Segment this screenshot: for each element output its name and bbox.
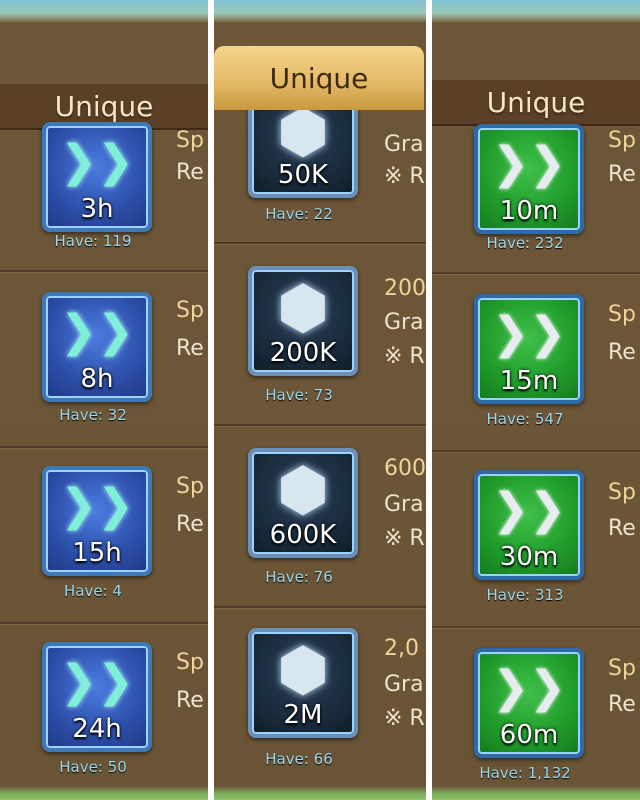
grass-strip	[214, 786, 426, 800]
row-divider	[214, 424, 426, 426]
item-amount-label: 24h	[72, 714, 122, 744]
speedup-arrows-icon: ❯❯	[60, 480, 134, 531]
row-divider	[0, 446, 208, 448]
have-count: Have: 4	[64, 582, 122, 600]
item-desc: Re	[176, 688, 204, 713]
item-title: 200	[384, 276, 426, 301]
grass-strip	[0, 786, 208, 800]
item-desc: Gra	[384, 310, 424, 335]
item-title: Sp	[176, 650, 204, 675]
speedup-30m-item[interactable]: ❯❯ 30m	[474, 470, 584, 580]
have-count: Have: 313	[486, 586, 564, 604]
item-desc: Re	[608, 162, 636, 187]
item-desc: Re	[608, 516, 636, 541]
item-note: ※ R	[384, 706, 425, 731]
have-count: Have: 232	[486, 234, 564, 252]
item-amount-label: 200K	[269, 338, 337, 368]
speedup-10m-item[interactable]: ❯❯ 10m	[474, 124, 584, 234]
item-amount-label: 2M	[283, 700, 323, 730]
grass-strip	[432, 786, 640, 800]
sky-strip	[432, 0, 640, 22]
gem-2m-item[interactable]: ⬢ 2M	[248, 628, 358, 738]
item-desc: Gra	[384, 492, 424, 517]
tab-label: Unique	[486, 85, 586, 119]
item-desc: Re	[176, 160, 204, 185]
row-divider	[0, 270, 208, 272]
crystal-gem-icon: ⬢	[276, 97, 330, 167]
item-desc: Gra	[384, 672, 424, 697]
tab-label: Unique	[269, 61, 369, 95]
speedup-60m-item[interactable]: ❯❯ 60m	[474, 648, 584, 758]
item-amount-label: 8h	[80, 364, 114, 394]
item-note: ※ R	[384, 344, 425, 369]
silver-arrows-icon: ❯❯	[492, 662, 566, 713]
have-count: Have: 66	[265, 750, 333, 768]
item-title: 2,0	[384, 636, 419, 661]
have-count: Have: 73	[265, 386, 333, 404]
item-title: Sp	[608, 656, 636, 681]
row-divider	[432, 626, 640, 628]
item-desc: Re	[176, 336, 204, 361]
gem-200k-item[interactable]: ⬢ 200K	[248, 266, 358, 376]
have-count: Have: 119	[54, 232, 132, 250]
have-count: Have: 547	[486, 410, 564, 428]
item-title: Sp	[608, 128, 636, 153]
speedup-8h-item[interactable]: ❯❯ 8h	[42, 292, 152, 402]
item-title: Sp	[608, 302, 636, 327]
left-panel: Unique ❯❯ 3h Have: 119 Sp Re ❯❯ 8h Have:…	[0, 0, 208, 800]
item-desc: Re	[176, 512, 204, 537]
have-count: Have: 22	[265, 205, 333, 223]
item-desc: Re	[608, 340, 636, 365]
item-amount-label: 10m	[499, 196, 559, 226]
item-desc: Gra	[384, 132, 424, 157]
speedup-arrows-icon: ❯❯	[60, 306, 134, 357]
tab-label: Unique	[54, 89, 154, 123]
item-amount-label: 3h	[80, 194, 114, 224]
middle-panel: ⬢ 50K Have: 22 Gra ※ R Unique ⬢ 200K Hav…	[214, 0, 426, 800]
item-title: Sp	[176, 474, 204, 499]
silver-arrows-icon: ❯❯	[492, 484, 566, 535]
tab-unique-right[interactable]: Unique	[432, 80, 640, 126]
tab-unique-middle[interactable]: Unique	[214, 46, 424, 110]
item-amount-label: 50K	[277, 160, 329, 190]
item-title: Sp	[608, 480, 636, 505]
row-divider	[214, 242, 426, 244]
have-count: Have: 50	[59, 758, 127, 776]
item-amount-label: 30m	[499, 542, 559, 572]
item-title: Sp	[176, 128, 204, 153]
row-divider	[432, 272, 640, 274]
crystal-gem-icon: ⬢	[276, 635, 330, 705]
speedup-3h-item[interactable]: ❯❯ 3h	[42, 122, 152, 232]
row-divider	[214, 606, 426, 608]
speedup-15h-item[interactable]: ❯❯ 15h	[42, 466, 152, 576]
sky-strip	[214, 0, 426, 22]
speedup-15m-item[interactable]: ❯❯ 15m	[474, 294, 584, 404]
have-count: Have: 76	[265, 568, 333, 586]
speedup-24h-item[interactable]: ❯❯ 24h	[42, 642, 152, 752]
speedup-arrows-icon: ❯❯	[60, 136, 134, 187]
silver-arrows-icon: ❯❯	[492, 138, 566, 189]
item-title: 600	[384, 456, 426, 481]
speedup-arrows-icon: ❯❯	[60, 656, 134, 707]
right-panel: Unique ❯❯ 10m Have: 232 Sp Re ❯❯ 15m Hav…	[432, 0, 640, 800]
have-count: Have: 32	[59, 406, 127, 424]
have-count: Have: 1,132	[479, 764, 571, 782]
item-note: ※ R	[384, 526, 425, 551]
sky-strip	[0, 0, 208, 22]
item-amount-label: 60m	[499, 720, 559, 750]
gem-600k-item[interactable]: ⬢ 600K	[248, 448, 358, 558]
crystal-gem-icon: ⬢	[276, 455, 330, 525]
crystal-gem-icon: ⬢	[276, 273, 330, 343]
row-divider	[432, 450, 640, 452]
item-amount-label: 15h	[72, 538, 122, 568]
item-desc: Re	[608, 692, 636, 717]
item-amount-label: 15m	[499, 366, 559, 396]
silver-arrows-icon: ❯❯	[492, 308, 566, 359]
item-note: ※ R	[384, 164, 425, 189]
item-title: Sp	[176, 298, 204, 323]
item-amount-label: 600K	[269, 520, 337, 550]
row-divider	[0, 622, 208, 624]
